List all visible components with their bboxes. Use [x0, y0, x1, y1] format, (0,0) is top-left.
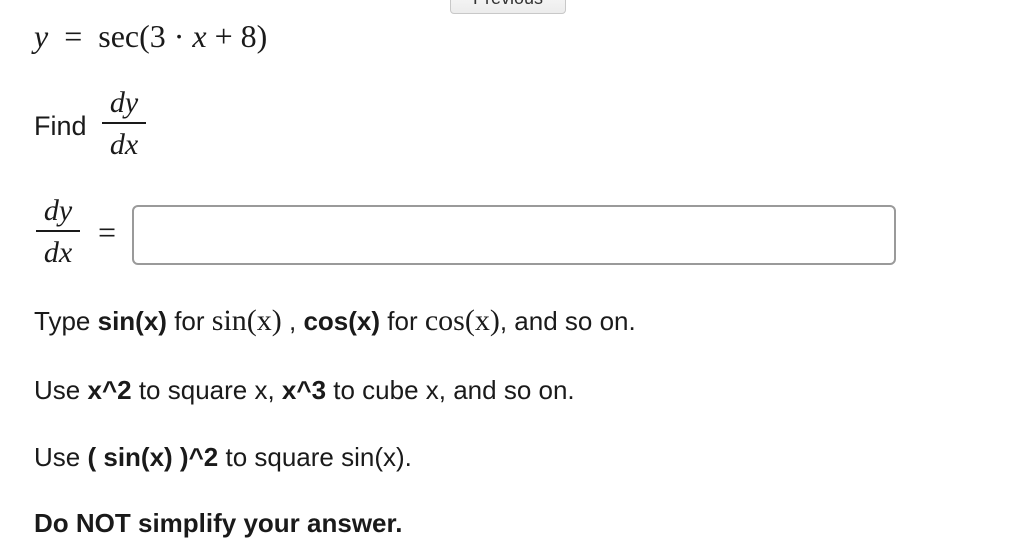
- hint-code-cos: cos(x): [303, 306, 381, 336]
- equation-coef: 3: [149, 18, 166, 54]
- equation-equals: [56, 18, 64, 54]
- hint-text: , and so on.: [499, 306, 636, 336]
- hint-code-sin: sin(x): [97, 306, 167, 336]
- fraction-bar: [36, 230, 80, 232]
- previous-button[interactable]: Previous: [450, 0, 566, 14]
- fraction-denominator: dx: [109, 128, 139, 161]
- find-derivative-fraction: dy dx: [102, 86, 146, 162]
- hint-trig-syntax: Type sin(x) for sin(x) , cos(x) for cos(…: [34, 305, 636, 337]
- hint-square-trig: Use ( sin(x) )^2 to square sin(x).: [34, 441, 412, 473]
- answer-derivative-fraction: dy dx: [36, 194, 80, 270]
- fraction-numerator: dy: [43, 194, 73, 227]
- hint-math-sin: sin(x): [211, 304, 282, 337]
- find-label: Find: [34, 111, 87, 141]
- equation-const: 8: [240, 18, 257, 54]
- hint-text: Use: [34, 442, 81, 472]
- hint-text: to square x,: [138, 375, 275, 405]
- hint-text: to square sin(x).: [225, 442, 412, 472]
- hint-text: for: [174, 306, 205, 336]
- equation-plus: +: [214, 18, 233, 54]
- equation-var: x: [192, 18, 207, 54]
- hint-no-simplify: Do NOT simplify your answer.: [34, 508, 403, 538]
- hint-code-cube: x^3: [281, 375, 327, 405]
- equation-close-paren: ): [256, 18, 268, 54]
- fraction-denominator: dx: [43, 236, 73, 269]
- hint-math-cos: cos(x): [424, 304, 500, 337]
- hint-power-syntax: Use x^2 to square x, x^3 to cube x, and …: [34, 374, 575, 406]
- hint-text: ,: [289, 306, 297, 336]
- equals-sign: =: [64, 18, 83, 54]
- fraction-numerator: dy: [109, 86, 139, 119]
- equation-dot: ·: [173, 18, 185, 54]
- fraction-bar: [102, 122, 146, 124]
- hint-code-square-sin: ( sin(x) )^2: [87, 442, 219, 472]
- hint-code-square: x^2: [87, 375, 132, 405]
- hint-text: for: [387, 306, 418, 336]
- equation-open-paren: (: [139, 18, 150, 54]
- hint-text: Type: [34, 306, 91, 336]
- answer-input[interactable]: [132, 205, 896, 265]
- equation-func: sec: [98, 18, 140, 54]
- answer-equals-sign: =: [98, 214, 117, 250]
- problem-equation: y = sec(3 · x + 8): [34, 16, 267, 56]
- hint-text: Use: [34, 375, 81, 405]
- answer-row: dy dx =: [36, 194, 906, 274]
- equation-lhs: y: [34, 18, 49, 54]
- hint-text: to cube x, and so on.: [333, 375, 575, 405]
